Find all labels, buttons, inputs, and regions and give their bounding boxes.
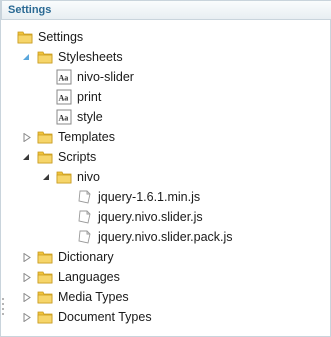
tree-node-scripts[interactable]: Scripts — [1, 147, 331, 167]
tree-node-label: Templates — [58, 130, 115, 144]
script-file-icon — [78, 230, 91, 244]
svg-text:Aa: Aa — [59, 74, 69, 83]
folder-icon — [37, 251, 53, 264]
settings-tree: Settings Stylesheets Aa nivo-slider Aa p… — [1, 22, 331, 334]
script-file-icon — [78, 190, 91, 204]
tree-node-label: Languages — [58, 270, 120, 284]
panel-header: Settings — [1, 0, 331, 20]
resize-gripper[interactable] — [1, 296, 5, 326]
tree-node-style[interactable]: Aa style — [1, 107, 331, 127]
folder-icon — [37, 131, 53, 144]
stylesheet-icon: Aa — [56, 89, 72, 105]
tree-node-label: Media Types — [58, 290, 129, 304]
gripper-dot — [2, 313, 4, 315]
tree-node-dictionary[interactable]: Dictionary — [1, 247, 331, 267]
tree-node-label: nivo — [77, 170, 100, 184]
collapse-toggle[interactable] — [23, 54, 29, 60]
expand-toggle[interactable] — [23, 133, 31, 142]
expand-toggle[interactable] — [23, 313, 31, 322]
stylesheet-icon: Aa — [56, 109, 72, 125]
tree-node-label: jquery.nivo.slider.js — [98, 210, 203, 224]
folder-icon — [37, 311, 53, 324]
tree-node-nivo-slider[interactable]: Aa nivo-slider — [1, 67, 331, 87]
tree-node-jquery[interactable]: jquery-1.6.1.min.js — [1, 187, 331, 207]
svg-text:Aa: Aa — [59, 114, 69, 123]
tree-node-label: jquery.nivo.slider.pack.js — [98, 230, 233, 244]
stylesheet-icon: Aa — [56, 69, 72, 85]
tree-node-label: print — [77, 90, 102, 104]
tree-node-settings[interactable]: Settings — [1, 27, 331, 47]
tree-node-label: style — [77, 110, 103, 124]
tree-node-templates[interactable]: Templates — [1, 127, 331, 147]
tree-node-media-types[interactable]: Media Types — [1, 287, 331, 307]
tree-node-document-types[interactable]: Document Types — [1, 307, 331, 327]
script-file-icon — [78, 210, 91, 224]
folder-icon — [56, 171, 72, 184]
folder-icon — [37, 151, 53, 164]
gripper-dot — [2, 298, 4, 300]
gripper-dot — [2, 308, 4, 310]
tree-node-stylesheets[interactable]: Stylesheets — [1, 47, 331, 67]
tree-node-jquery-nivo-slider-pack[interactable]: jquery.nivo.slider.pack.js — [1, 227, 331, 247]
tree-node-label: Scripts — [58, 150, 97, 164]
folder-icon — [17, 31, 33, 44]
folder-icon — [37, 271, 53, 284]
tree-node-label: Dictionary — [58, 250, 114, 264]
collapse-toggle[interactable] — [43, 174, 49, 180]
expand-toggle[interactable] — [23, 293, 31, 302]
expand-toggle[interactable] — [23, 253, 31, 262]
folder-icon — [37, 291, 53, 304]
tree-node-label: jquery-1.6.1.min.js — [98, 190, 201, 204]
gripper-dot — [2, 303, 4, 305]
tree-node-label: Stylesheets — [58, 50, 123, 64]
tree-node-label: nivo-slider — [77, 70, 134, 84]
tree-node-nivo[interactable]: nivo — [1, 167, 331, 187]
collapse-toggle[interactable] — [23, 154, 29, 160]
tree-node-languages[interactable]: Languages — [1, 267, 331, 287]
tree-node-label: Document Types — [58, 310, 152, 324]
expand-toggle[interactable] — [23, 273, 31, 282]
tree-node-jquery-nivo-slider[interactable]: jquery.nivo.slider.js — [1, 207, 331, 227]
folder-icon — [37, 51, 53, 64]
panel-title: Settings — [8, 4, 52, 16]
tree-node-print[interactable]: Aa print — [1, 87, 331, 107]
svg-text:Aa: Aa — [59, 94, 69, 103]
tree-node-label: Settings — [38, 30, 84, 44]
settings-panel: Settings Settings Stylesheets Aa nivo-sl… — [0, 0, 331, 337]
